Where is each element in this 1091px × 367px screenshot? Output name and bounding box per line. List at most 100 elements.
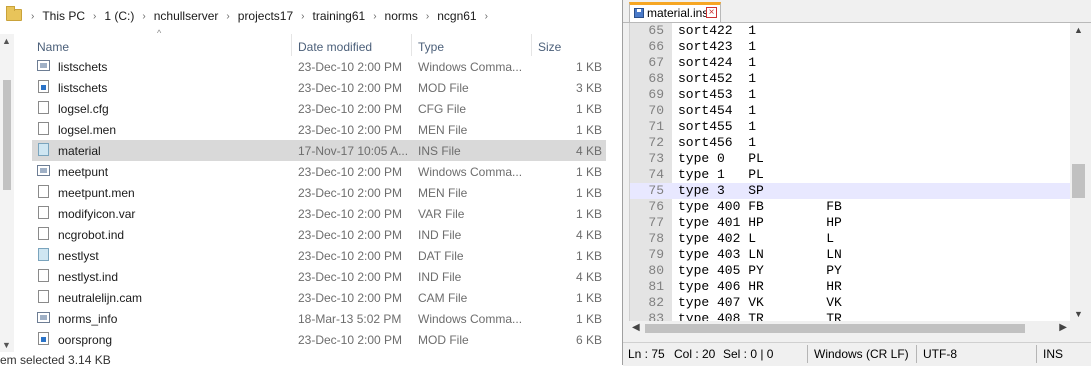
windows-command-icon bbox=[37, 60, 50, 71]
file-icon bbox=[38, 227, 49, 240]
editor-line[interactable]: 82 type 407 VK VK bbox=[630, 295, 1070, 311]
explorer-vertical-scrollbar[interactable]: ▲ ▼ bbox=[0, 34, 14, 352]
file-name: nestlyst.ind bbox=[58, 270, 119, 284]
editor-horizontal-scrollbar[interactable]: ◀ ▶ bbox=[629, 321, 1070, 336]
editor-vertical-scrollbar[interactable]: ▲ ▼ bbox=[1070, 23, 1087, 321]
line-number: 80 bbox=[648, 263, 664, 278]
editor-line[interactable]: 79 type 403 LN LN bbox=[630, 247, 1070, 263]
editor-line[interactable]: 67 sort424 1 bbox=[630, 55, 1070, 71]
file-type: Windows Comma... bbox=[418, 312, 523, 326]
file-row[interactable]: meetpunt 23-Dec-10 2:00 PM Windows Comma..… bbox=[32, 161, 606, 182]
line-number: 69 bbox=[648, 87, 664, 102]
column-divider[interactable] bbox=[291, 34, 292, 56]
line-number: 79 bbox=[648, 247, 664, 262]
editor-line[interactable]: 71 sort455 1 bbox=[630, 119, 1070, 135]
chevron-right-icon[interactable]: › bbox=[93, 11, 96, 22]
column-divider[interactable] bbox=[411, 34, 412, 56]
chevron-right-icon[interactable]: › bbox=[301, 11, 304, 22]
file-row[interactable]: nestlyst 23-Dec-10 2:00 PM DAT File 1 KB bbox=[32, 245, 606, 266]
chevron-right-icon[interactable]: › bbox=[373, 11, 376, 22]
file-date: 23-Dec-10 2:00 PM bbox=[298, 102, 403, 116]
file-type: Windows Comma... bbox=[418, 60, 523, 74]
file-name: norms_info bbox=[58, 312, 118, 326]
scroll-up-icon[interactable]: ▲ bbox=[1074, 25, 1083, 35]
file-row[interactable]: listschets 23-Dec-10 2:00 PM MOD File 3 KB bbox=[32, 77, 606, 98]
editor-status-bar: Ln : 75 Col : 20 Sel : 0 | 0 Windows (CR… bbox=[623, 342, 1091, 366]
scrollbar-thumb[interactable] bbox=[645, 324, 1025, 333]
address-bar[interactable]: › This PC › 1 (C:) › nchullserver › projects17 ›… bbox=[0, 0, 620, 34]
column-header-size[interactable]: Size bbox=[538, 40, 561, 54]
file-row[interactable]: meetpunt.men 23-Dec-10 2:00 PM MEN File 1 K… bbox=[32, 182, 606, 203]
scroll-down-icon[interactable]: ▼ bbox=[1074, 309, 1083, 319]
breadcrumb-item[interactable]: training61 bbox=[311, 9, 366, 23]
editor-line[interactable]: 70 sort454 1 bbox=[630, 103, 1070, 119]
editor-line[interactable]: 72 sort456 1 bbox=[630, 135, 1070, 151]
file-row[interactable]: listschets 23-Dec-10 2:00 PM Windows Comma… bbox=[32, 56, 606, 77]
file-row[interactable]: logsel.cfg 23-Dec-10 2:00 PM CFG File 1 KB bbox=[32, 98, 606, 119]
status-encoding[interactable]: UTF-8 bbox=[923, 347, 957, 361]
status-eol[interactable]: Windows (CR LF) bbox=[814, 347, 909, 361]
file-row[interactable]: norms_info 18-Mar-13 5:02 PM Windows Comma… bbox=[32, 308, 606, 329]
editor-line[interactable]: 69 sort453 1 bbox=[630, 87, 1070, 103]
editor-line[interactable]: 74 type 1 PL bbox=[630, 167, 1070, 183]
file-icon bbox=[38, 269, 49, 282]
status-column: Col : 20 bbox=[674, 347, 716, 361]
breadcrumb-item[interactable]: projects17 bbox=[237, 9, 294, 23]
editor-line[interactable]: 73 type 0 PL bbox=[630, 151, 1070, 167]
editor-line[interactable]: 66 sort423 1 bbox=[630, 39, 1070, 55]
file-row[interactable]: material 17-Nov-17 10:05 A... INS File 4 KB bbox=[32, 140, 606, 161]
editor-line[interactable]: 78 type 402 L L bbox=[630, 231, 1070, 247]
editor-line[interactable]: 83 type 408 TR TR bbox=[630, 311, 1070, 321]
chevron-right-icon[interactable]: › bbox=[31, 11, 34, 22]
file-row[interactable]: modifyicon.var 23-Dec-10 2:00 PM VAR File 1… bbox=[32, 203, 606, 224]
file-row[interactable]: oorsprong 23-Dec-10 2:00 PM MOD File 6 KB bbox=[32, 329, 606, 350]
scroll-down-icon[interactable]: ▼ bbox=[2, 340, 11, 350]
close-tab-icon[interactable]: × bbox=[706, 7, 717, 18]
line-number: 76 bbox=[648, 199, 664, 214]
chevron-right-icon[interactable]: › bbox=[142, 11, 145, 22]
line-number: 83 bbox=[648, 311, 664, 321]
file-row[interactable]: neutralelijn.cam 23-Dec-10 2:00 PM CAM Fil… bbox=[32, 287, 606, 308]
scrollbar-thumb[interactable] bbox=[1072, 164, 1085, 198]
line-number: 82 bbox=[648, 295, 664, 310]
breadcrumb-item[interactable]: ncgn61 bbox=[436, 9, 477, 23]
breadcrumb-item[interactable]: nchullserver bbox=[153, 9, 220, 23]
file-row[interactable]: nestlyst.ind 23-Dec-10 2:00 PM IND File 4 K… bbox=[32, 266, 606, 287]
scrollbar-thumb[interactable] bbox=[3, 80, 11, 190]
line-text: sort454 1 bbox=[678, 103, 757, 118]
file-name: logsel.cfg bbox=[58, 102, 109, 116]
breadcrumb-item[interactable]: This PC bbox=[41, 9, 86, 23]
status-divider bbox=[916, 345, 917, 363]
column-divider[interactable] bbox=[531, 34, 532, 56]
column-header-name[interactable]: Name bbox=[37, 40, 69, 54]
file-row[interactable]: logsel.men 23-Dec-10 2:00 PM MEN File 1 KB bbox=[32, 119, 606, 140]
chevron-right-icon[interactable]: › bbox=[485, 11, 488, 22]
line-text: sort423 1 bbox=[678, 39, 757, 54]
mod-file-icon bbox=[38, 80, 49, 93]
chevron-right-icon[interactable]: › bbox=[426, 11, 429, 22]
editor-line[interactable]: 76 type 400 FB FB bbox=[630, 199, 1070, 215]
line-number: 81 bbox=[648, 279, 664, 294]
file-type: MEN File bbox=[418, 123, 468, 137]
editor-line[interactable]: 65 sort422 1 bbox=[630, 23, 1070, 39]
file-size: 1 KB bbox=[575, 249, 602, 263]
file-icon bbox=[38, 206, 49, 219]
file-row[interactable]: ncgrobot.ind 23-Dec-10 2:00 PM IND File 4 K… bbox=[32, 224, 606, 245]
scroll-right-icon[interactable]: ▶ bbox=[1059, 322, 1067, 333]
editor-line[interactable]: 80 type 405 PY PY bbox=[630, 263, 1070, 279]
column-header-date[interactable]: Date modified bbox=[298, 40, 372, 54]
status-line: Ln : 75 bbox=[628, 347, 665, 361]
chevron-right-icon[interactable]: › bbox=[226, 11, 229, 22]
scroll-left-icon[interactable]: ◀ bbox=[632, 322, 640, 333]
folder-icon bbox=[6, 6, 22, 21]
tab-material-ins[interactable]: material.ins × bbox=[629, 2, 721, 22]
text-editor[interactable]: 65 sort422 1 66 sort423 1 67 sort424 1 68 sort4… bbox=[629, 23, 1080, 321]
editor-line[interactable]: 75 type 3 SP bbox=[630, 183, 1070, 199]
editor-line[interactable]: 77 type 401 HP HP bbox=[630, 215, 1070, 231]
status-divider bbox=[807, 345, 808, 363]
breadcrumb-item[interactable]: 1 (C:) bbox=[103, 9, 135, 23]
column-header-type[interactable]: Type bbox=[418, 40, 444, 54]
editor-line[interactable]: 81 type 406 HR HR bbox=[630, 279, 1070, 295]
editor-line[interactable]: 68 sort452 1 bbox=[630, 71, 1070, 87]
breadcrumb-item[interactable]: norms bbox=[384, 9, 419, 23]
